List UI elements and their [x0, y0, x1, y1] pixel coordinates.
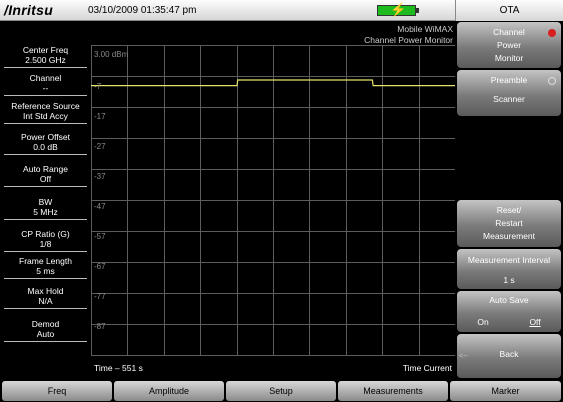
- brand-logo: /Inritsu: [4, 2, 54, 18]
- reset-restart-measurement-button[interactable]: Reset/ Restart Measurement: [457, 200, 561, 247]
- divider: [4, 251, 87, 252]
- softkey-panel: OTA Channel Power Monitor Preamble Scann…: [455, 0, 563, 380]
- divider: [4, 308, 87, 309]
- param-value: 5 MHz: [33, 207, 58, 217]
- param-channel: Channel --: [0, 73, 91, 93]
- date-time: 03/10/2009 01:35:47 pm: [88, 5, 197, 16]
- charging-bolt-icon: ⚡: [390, 2, 407, 17]
- param-label: CP Ratio (G): [21, 229, 70, 239]
- divider: [4, 123, 87, 124]
- param-reference-source: Reference Source Int Std Accy: [0, 101, 91, 121]
- divider: [4, 154, 87, 155]
- menu-title: OTA: [455, 0, 563, 21]
- y-tick-label: -87: [94, 322, 106, 331]
- param-label: Auto Range: [23, 164, 68, 174]
- param-value: Off: [39, 174, 52, 184]
- param-center-freq: Center Freq 2.500 GHz: [0, 45, 91, 65]
- channel-power-monitor-button[interactable]: Channel Power Monitor: [457, 22, 561, 68]
- status-header: /Inritsu 03/10/2009 01:35:47 pm ⚡: [0, 0, 455, 21]
- auto-save-button[interactable]: Auto Save On Off: [457, 291, 561, 332]
- auto-save-off-option: Off: [529, 317, 541, 327]
- softkey-label-line: Power: [496, 40, 522, 50]
- divider: [4, 219, 87, 220]
- y-tick-label: -57: [94, 232, 106, 241]
- softkey-label-line: Preamble: [490, 75, 528, 85]
- param-label: Center Freq: [22, 45, 69, 55]
- plot-svg: [91, 45, 455, 356]
- divider: [4, 341, 87, 342]
- param-label: BW: [38, 197, 53, 207]
- y-tick-label: -27: [94, 142, 106, 151]
- softkey-label-line: Scanner: [493, 94, 525, 104]
- softkey-label-line: Measurement: [483, 231, 535, 241]
- battery-tip-icon: [416, 8, 419, 13]
- divider: [4, 95, 87, 96]
- setup-menu-button[interactable]: Setup: [226, 381, 336, 401]
- marker-menu-button[interactable]: Marker: [450, 381, 561, 401]
- param-label: Reference Source: [11, 101, 80, 111]
- back-arrow-icon: <--: [459, 353, 468, 360]
- back-button[interactable]: Back <--: [457, 334, 561, 378]
- param-demod: Demod Auto: [0, 319, 91, 339]
- param-label: Frame Length: [19, 256, 72, 266]
- x-start-label: Time – 551 s: [94, 363, 143, 373]
- radio-unselected-icon: [548, 77, 556, 85]
- param-label: Demod: [31, 319, 60, 329]
- param-value: --: [42, 83, 49, 93]
- softkey-blank: [457, 118, 561, 203]
- divider: [4, 278, 87, 279]
- param-value: N/A: [38, 296, 53, 306]
- y-tick-label: -47: [94, 202, 106, 211]
- freq-menu-button[interactable]: Freq: [2, 381, 112, 401]
- y-tick-label: -17: [94, 112, 106, 121]
- auto-save-options: On Off: [457, 317, 561, 327]
- param-value: 2.500 GHz: [25, 55, 66, 65]
- preamble-scanner-button[interactable]: Preamble Scanner: [457, 70, 561, 116]
- param-label: Power Offset: [21, 132, 70, 142]
- parameter-panel: Center Freq 2.500 GHz Channel -- Referen…: [0, 21, 91, 380]
- param-value: Int Std Accy: [23, 111, 68, 121]
- y-tick-label: -7: [94, 82, 102, 91]
- param-label: Channel: [29, 73, 62, 83]
- param-cp-ratio: CP Ratio (G) 1/8: [0, 229, 91, 249]
- param-value: 5 ms: [36, 266, 55, 276]
- y-tick-label: -37: [94, 172, 106, 181]
- param-value: 1/8: [39, 239, 52, 249]
- measurement-interval-button[interactable]: Measurement Interval 1 s: [457, 249, 561, 289]
- radio-selected-icon: [548, 29, 556, 37]
- softkey-label-line: Restart: [495, 218, 523, 228]
- auto-save-on-option: On: [477, 317, 489, 327]
- param-label: Max Hold: [27, 286, 64, 296]
- param-frame-length: Frame Length 5 ms: [0, 256, 91, 276]
- param-value: Auto: [36, 329, 55, 339]
- measurements-menu-button[interactable]: Measurements: [338, 381, 448, 401]
- y-tick-label: -77: [94, 292, 106, 301]
- softkey-label-line: Monitor: [494, 53, 524, 63]
- y-top-label: 3.00 dBm: [94, 50, 129, 59]
- softkey-label-line: Reset/: [496, 205, 522, 215]
- divider: [4, 67, 87, 68]
- param-bw: BW 5 MHz: [0, 197, 91, 217]
- softkey-label-line: Auto Save: [489, 295, 529, 305]
- param-auto-range: Auto Range Off: [0, 164, 91, 184]
- channel-power-graph[interactable]: Mobile WiMAX Channel Power Monitor 3.00 …: [91, 21, 455, 380]
- bottom-menu-bar: Freq Amplitude Setup Measurements Marker: [0, 380, 563, 402]
- y-tick-label: -67: [94, 262, 106, 271]
- softkey-label: Back: [499, 349, 519, 359]
- x-end-label: Time Current: [402, 363, 452, 373]
- param-max-hold: Max Hold N/A: [0, 286, 91, 306]
- param-value: 0.0 dB: [33, 142, 58, 152]
- measurement-interval-value: 1 s: [503, 275, 515, 285]
- divider: [4, 186, 87, 187]
- softkey-label-line: Measurement Interval: [467, 255, 551, 265]
- softkey-label-line: Channel: [493, 27, 525, 37]
- param-power-offset: Power Offset 0.0 dB: [0, 132, 91, 152]
- amplitude-menu-button[interactable]: Amplitude: [114, 381, 224, 401]
